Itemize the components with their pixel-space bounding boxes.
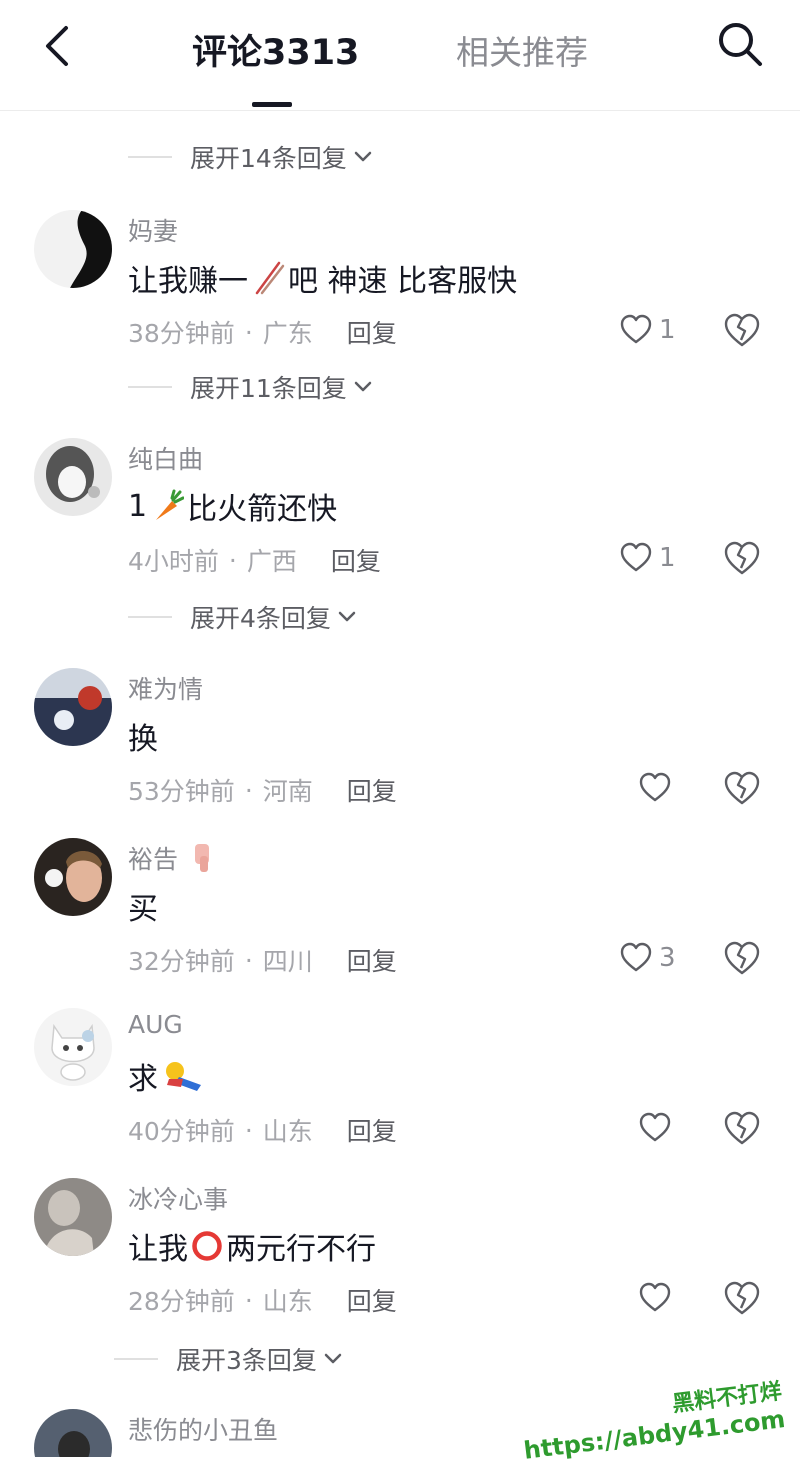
comment-time: 28分钟前 (128, 1287, 235, 1316)
comment-text: 让我 两元行不行 (128, 1231, 376, 1267)
heart-icon (620, 314, 652, 344)
comment-username[interactable]: 纯白曲 (128, 440, 203, 476)
like-button[interactable] (638, 1108, 672, 1148)
heart-icon (639, 1112, 671, 1142)
comment-time: 53分钟前 (128, 777, 235, 806)
chevron-down-icon (338, 611, 356, 622)
comment-meta: 53分钟前 · 河南 回复 (128, 772, 397, 808)
reply-button[interactable]: 回复 (347, 1282, 397, 1318)
comment-item: 裕告 买 32分钟前 · 四川 回复 3 (0, 838, 800, 1008)
expand-replies-label: 展开4条回复 (190, 604, 331, 633)
comment-text: 1 比火箭还快 (128, 488, 338, 528)
chopsticks-icon (255, 261, 285, 295)
comment-username[interactable]: 裕告 (128, 840, 214, 876)
comment-meta: 4小时前 · 广西 回复 (128, 542, 381, 578)
red-circle-icon (192, 1231, 222, 1261)
comment-region: 四川 (262, 947, 313, 976)
comment-username[interactable]: 悲伤的小丑鱼 (128, 1411, 278, 1447)
carrot-icon (156, 489, 185, 520)
comment-region: 广西 (246, 547, 297, 576)
like-count: 1 (659, 315, 676, 345)
tab-comments[interactable]: 评论3313 (192, 24, 359, 75)
like-count: 3 (659, 943, 676, 973)
avatar[interactable] (34, 438, 112, 516)
reply-button[interactable]: 回复 (347, 942, 397, 978)
comment-time: 32分钟前 (128, 947, 235, 976)
broken-heart-icon[interactable] (722, 310, 762, 350)
comment-region: 山东 (262, 1287, 313, 1316)
comment-text: 让我赚一 吧 神速 比客服快 (128, 256, 517, 300)
comment-item: 难为情 换 53分钟前 · 河南 回复 (0, 668, 800, 838)
expand-replies-label: 展开3条回复 (176, 1346, 317, 1375)
comment-region: 山东 (262, 1117, 313, 1146)
chevron-down-icon (354, 381, 372, 392)
comment-time: 38分钟前 (128, 319, 235, 348)
like-button[interactable] (638, 768, 672, 808)
comment-item: 纯白曲 1 比火箭还快 4小时前 · 广西 回复 1 (0, 438, 800, 608)
comment-username[interactable]: 冰冷心事 (128, 1180, 228, 1216)
broken-heart-icon[interactable] (722, 538, 762, 578)
comment-meta: 32分钟前 · 四川 回复 (128, 942, 397, 978)
top-bar: 评论3313 相关推荐 (0, 0, 800, 111)
comment-item: 妈妻 让我赚一 吧 神速 比客服快 38分钟前 · 广东 回复 1 (0, 210, 800, 380)
broken-heart-icon[interactable] (722, 768, 762, 808)
comment-time: 4小时前 (128, 547, 219, 576)
like-button[interactable]: 1 (619, 538, 676, 578)
comment-region: 广东 (262, 319, 313, 348)
comment-meta: 40分钟前 · 山东 回复 (128, 1112, 397, 1148)
comment-meta: 28分钟前 · 山东 回复 (128, 1282, 397, 1318)
reply-button[interactable]: 回复 (347, 772, 397, 808)
comment-time: 40分钟前 (128, 1117, 235, 1146)
avatar[interactable] (34, 1008, 112, 1086)
divider-line (128, 156, 172, 158)
avatar[interactable] (34, 1409, 112, 1457)
heart-icon (620, 542, 652, 572)
expand-replies-button[interactable]: 展开11条回复 (128, 367, 375, 407)
lying-down-emoji-icon (166, 1062, 201, 1091)
tab-active-indicator (252, 102, 292, 107)
expand-replies-label: 展开14条回复 (190, 144, 347, 173)
broken-heart-icon[interactable] (722, 1108, 762, 1148)
comment-text: 换 (128, 722, 158, 757)
avatar[interactable] (34, 838, 112, 916)
heart-icon (639, 1282, 671, 1312)
reply-button[interactable]: 回复 (331, 542, 381, 578)
comment-text: 求 (128, 1054, 208, 1098)
broken-heart-icon[interactable] (722, 1278, 762, 1318)
comment-text: 买 (128, 892, 158, 927)
avatar[interactable] (34, 1178, 112, 1256)
like-button[interactable]: 1 (619, 310, 676, 350)
expand-replies-button[interactable]: 展开3条回复 (114, 1339, 345, 1379)
comment-item: AUG 求 40分钟前 · 山东 回复 (0, 1008, 800, 1178)
reply-button[interactable]: 回复 (347, 314, 397, 350)
avatar[interactable] (34, 668, 112, 746)
avatar[interactable] (34, 210, 112, 288)
scarf-badge-icon (195, 844, 210, 872)
like-count: 1 (659, 543, 676, 573)
divider-line (114, 1358, 158, 1360)
search-icon[interactable] (714, 18, 766, 70)
chevron-down-icon (324, 1353, 342, 1364)
comment-region: 河南 (262, 777, 313, 806)
expand-replies-label: 展开11条回复 (190, 374, 347, 403)
broken-heart-icon[interactable] (722, 938, 762, 978)
expand-replies-button[interactable]: 展开14条回复 (128, 137, 375, 177)
expand-replies-button[interactable]: 展开4条回复 (128, 597, 359, 637)
heart-icon (639, 772, 671, 802)
chevron-down-icon (354, 151, 372, 162)
comment-meta: 38分钟前 · 广东 回复 (128, 314, 397, 350)
divider-line (128, 616, 172, 618)
like-button[interactable] (638, 1278, 672, 1318)
reply-button[interactable]: 回复 (347, 1112, 397, 1148)
divider-line (128, 386, 172, 388)
tab-related[interactable]: 相关推荐 (456, 26, 588, 74)
back-arrow-icon[interactable] (36, 22, 84, 70)
like-button[interactable]: 3 (619, 938, 676, 978)
comment-username[interactable]: AUG (128, 1010, 183, 1039)
comment-item: 冰冷心事 让我 两元行不行 28分钟前 · 山东 回复 (0, 1178, 800, 1348)
comment-username[interactable]: 难为情 (128, 670, 203, 706)
heart-icon (620, 942, 652, 972)
comment-username[interactable]: 妈妻 (128, 212, 178, 248)
